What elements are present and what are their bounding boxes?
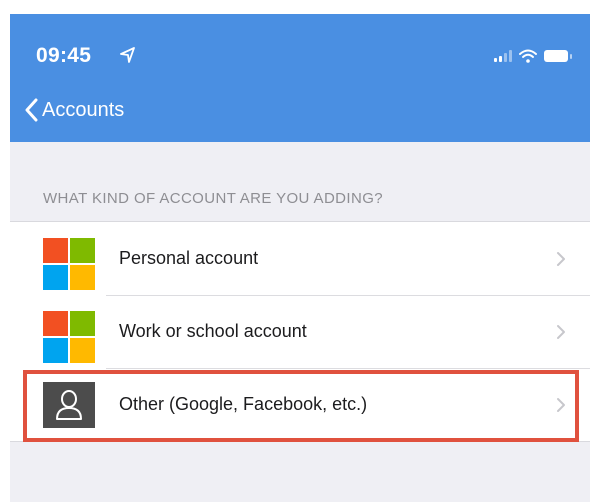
other-account-row[interactable]: Other (Google, Facebook, etc.) <box>10 368 590 441</box>
navigation-header: 09:45 Accounts <box>10 14 590 142</box>
back-button[interactable]: Accounts <box>24 98 124 122</box>
phone-screen: 09:45 Accounts WHAT KIND OF ACCOUNT ARE … <box>10 14 590 502</box>
chevron-left-icon <box>25 98 38 122</box>
person-icon <box>43 382 95 428</box>
cellular-signal-icon <box>494 50 512 62</box>
row-label: Work or school account <box>119 321 307 341</box>
chevron-right-icon <box>557 397 565 412</box>
microsoft-logo-icon <box>43 311 95 363</box>
status-time: 09:45 <box>36 44 92 67</box>
row-label: Personal account <box>119 248 259 268</box>
row-label: Other (Google, Facebook, etc.) <box>119 394 368 414</box>
chevron-right-icon <box>557 324 565 339</box>
chevron-right-icon <box>557 251 565 266</box>
microsoft-logo-icon <box>43 238 95 290</box>
section-header: WHAT KIND OF ACCOUNT ARE YOU ADDING? <box>43 190 384 207</box>
location-arrow-icon <box>120 47 135 63</box>
battery-icon <box>544 50 572 62</box>
back-button-label: Accounts <box>42 98 125 121</box>
status-icons <box>494 48 572 64</box>
account-type-list: Personal account Work or school account <box>10 221 590 442</box>
wifi-icon <box>519 49 537 63</box>
personal-account-row[interactable]: Personal account <box>10 222 590 295</box>
work-school-account-row[interactable]: Work or school account <box>10 295 590 368</box>
